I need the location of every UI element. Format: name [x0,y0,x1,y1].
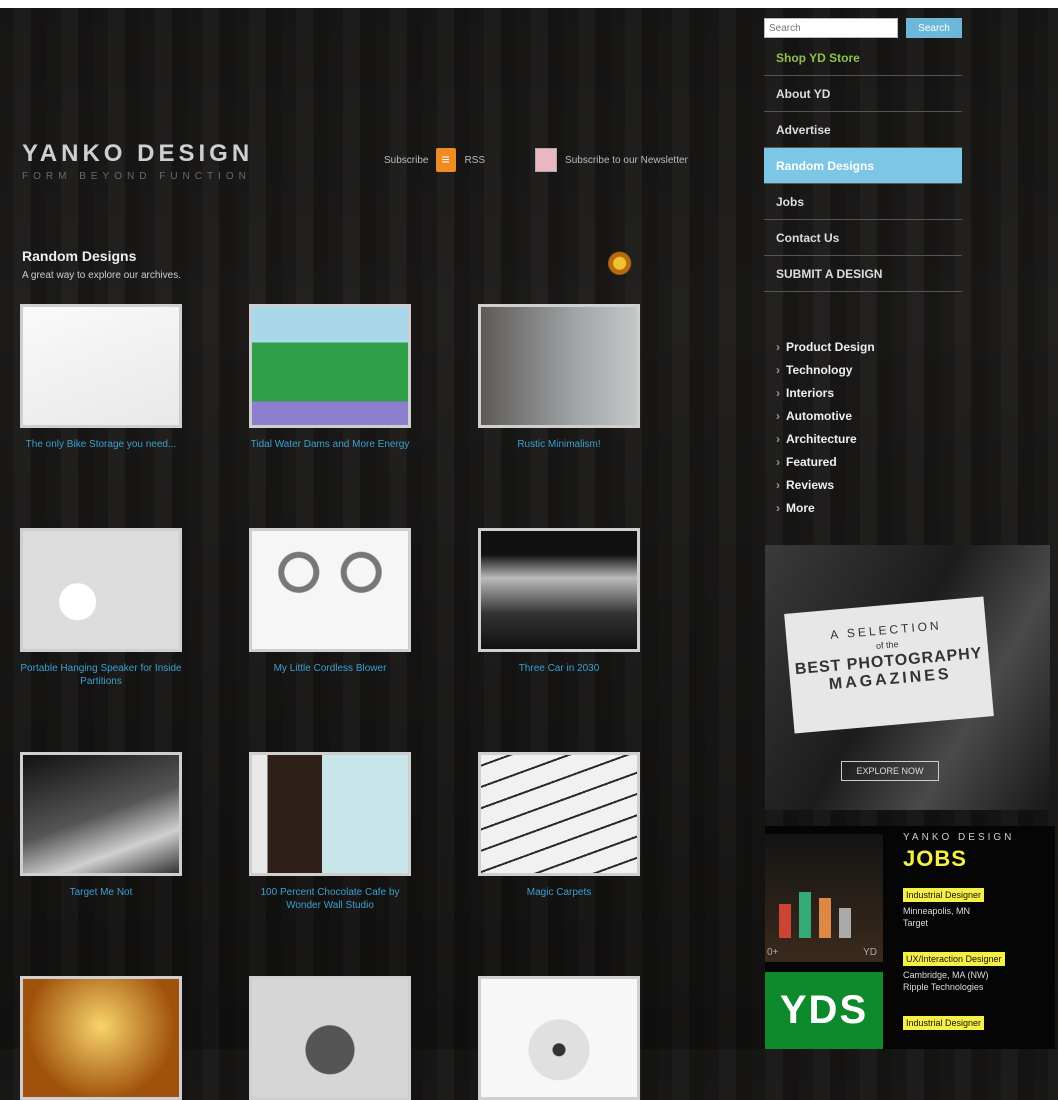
search-button[interactable]: Search [906,18,962,38]
nav-jobs[interactable]: Jobs [764,184,962,220]
job-listing[interactable]: UX/Interaction Designer Cambridge, MA (N… [903,952,1053,993]
subscribe-bar: Subscribe RSS Subscribe to our Newslette… [384,148,688,172]
design-card[interactable]: My Little Cordless Blower [249,528,411,675]
jobs-widget: 0+ YD YDS YANKO DESIGN JOBS Industrial D… [765,826,1055,1049]
category-item[interactable]: Interiors [776,382,875,405]
nav-about[interactable]: About YD [764,76,962,112]
design-card[interactable]: Portable Hanging Speaker for Inside Part… [20,528,182,688]
design-caption[interactable]: Magic Carpets [478,886,640,899]
job-role[interactable]: UX/Interaction Designer [903,952,1005,966]
design-card[interactable] [249,976,411,1100]
jobs-brand: YANKO DESIGN [903,832,1015,843]
jobs-title: JOBS [903,846,967,871]
nav-contact[interactable]: Contact Us [764,220,962,256]
ad-card: A SELECTION of the BEST PHOTOGRAPHY MAGA… [784,596,994,734]
jobs-slider-image[interactable]: 0+ YD [765,834,883,962]
design-caption[interactable]: Target Me Not [20,886,182,899]
logo-tagline: FORM BEYOND FUNCTION [22,171,251,182]
category-item[interactable]: Reviews [776,474,875,497]
category-item[interactable]: More [776,497,875,520]
slider-prev-button[interactable]: 0+ [767,947,778,958]
job-role[interactable]: Industrial Designer [903,888,985,902]
nav-shop[interactable]: Shop YD Store [764,40,962,76]
category-item[interactable]: Architecture [776,428,875,451]
category-item[interactable]: Product Design [776,336,875,359]
design-card[interactable] [20,976,182,1100]
rss-link[interactable]: RSS [464,155,485,166]
design-card[interactable] [478,976,640,1100]
design-caption[interactable]: Portable Hanging Speaker for Inside Part… [20,662,182,688]
design-card[interactable]: Tidal Water Dams and More Energy [249,304,411,451]
design-thumbnail[interactable] [249,752,411,876]
design-thumbnail[interactable] [478,976,640,1100]
rss-icon[interactable] [436,148,457,172]
design-caption[interactable]: 100 Percent Chocolate Cafe by Wonder Wal… [249,886,411,912]
top-white-bar [0,0,1058,8]
photography-magazines-ad[interactable]: A SELECTION of the BEST PHOTOGRAPHY MAGA… [765,545,1050,810]
design-caption[interactable]: My Little Cordless Blower [249,662,411,675]
subscribe-label: Subscribe [384,154,429,166]
design-thumbnail[interactable] [20,528,182,652]
ad-cta-button[interactable]: EXPLORE NOW [841,761,939,781]
design-thumbnail[interactable] [20,976,182,1100]
newsletter-link[interactable]: Subscribe to our Newsletter [565,155,688,166]
nav-submit-design[interactable]: SUBMIT A DESIGN [764,256,962,292]
sidebar-nav: Shop YD Store About YD Advertise Random … [764,40,962,292]
category-item[interactable]: Automotive [776,405,875,428]
design-thumbnail[interactable] [478,752,640,876]
search-input[interactable] [764,18,898,38]
design-thumbnail[interactable] [478,528,640,652]
category-list: Product Design Technology Interiors Auto… [776,336,875,520]
job-company: Target [903,918,929,928]
design-thumbnail[interactable] [249,304,411,428]
nav-advertise[interactable]: Advertise [764,112,962,148]
design-thumbnail[interactable] [20,304,182,428]
yds-logo[interactable]: YDS [765,972,883,1049]
newsletter-icon[interactable] [535,148,558,172]
design-card[interactable]: Rustic Minimalism! [478,304,640,451]
job-listing[interactable]: Industrial Designer [903,1016,1053,1033]
job-location: Cambridge, MA (NW) [903,970,989,980]
design-thumbnail[interactable] [478,304,640,428]
page-subtitle: A great way to explore our archives. [22,270,181,281]
site-logo[interactable]: YANKO DESIGN FORM BEYOND FUNCTION [22,140,253,182]
slider-next-button[interactable]: YD [863,947,877,958]
design-caption[interactable]: The only Bike Storage you need... [20,438,182,451]
design-card[interactable]: Target Me Not [20,752,182,899]
design-card[interactable]: Magic Carpets [478,752,640,899]
job-location: Minneapolis, MN [903,906,971,916]
design-caption[interactable]: Tidal Water Dams and More Energy [249,438,411,451]
nav-random-designs[interactable]: Random Designs [764,148,962,184]
design-thumbnail[interactable] [249,976,411,1100]
design-card[interactable]: The only Bike Storage you need... [20,304,182,451]
page-title: Random Designs [22,248,137,264]
design-thumbnail[interactable] [20,752,182,876]
design-caption[interactable]: Three Car in 2030 [478,662,640,675]
design-card[interactable]: 100 Percent Chocolate Cafe by Wonder Wal… [249,752,411,912]
logo-wordmark: YANKO DESIGN [22,140,254,167]
design-card[interactable]: Three Car in 2030 [478,528,640,675]
design-thumbnail[interactable] [249,528,411,652]
design-caption[interactable]: Rustic Minimalism! [478,438,640,451]
category-item[interactable]: Technology [776,359,875,382]
refresh-spinner-icon[interactable] [607,248,635,282]
job-listing[interactable]: Industrial Designer Minneapolis, MN Targ… [903,888,1053,929]
category-item[interactable]: Featured [776,451,875,474]
job-role[interactable]: Industrial Designer [903,1016,985,1030]
job-company: Ripple Technologies [903,982,984,992]
